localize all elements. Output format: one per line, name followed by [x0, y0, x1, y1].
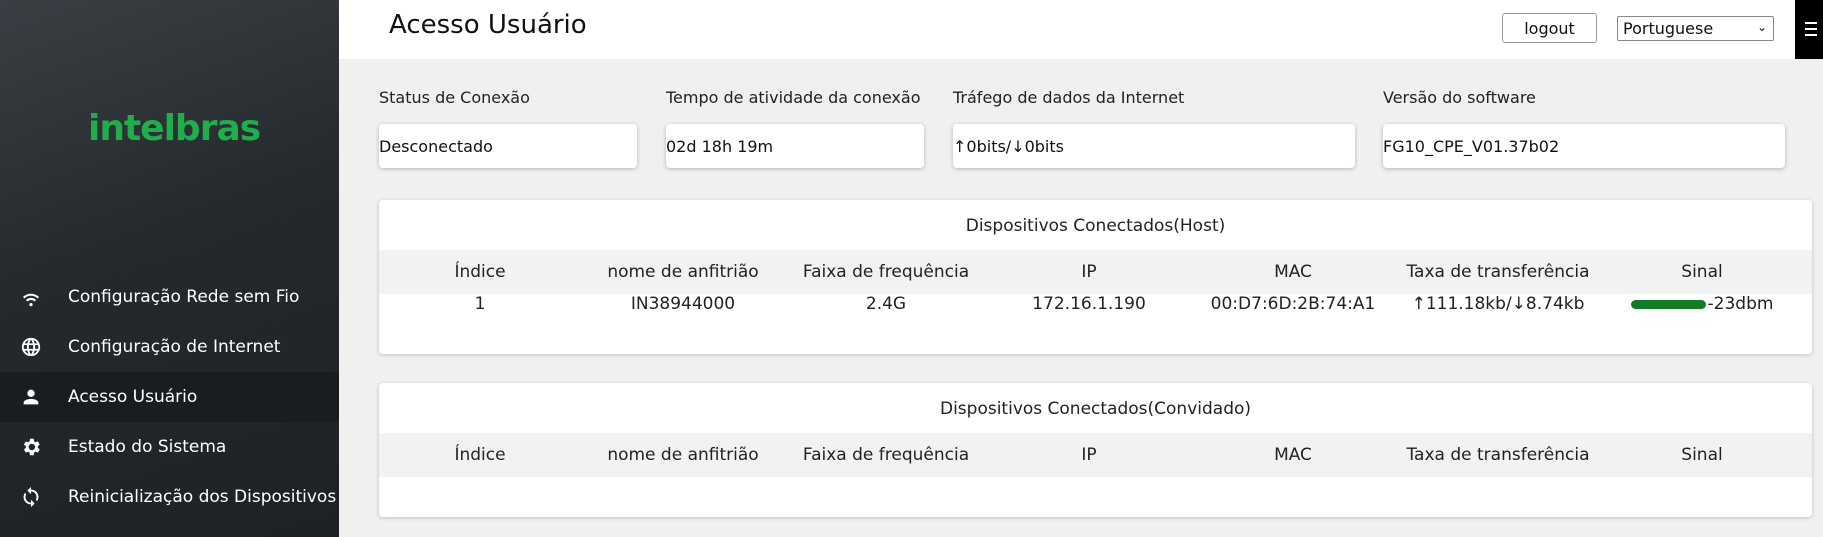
sidebar-item-user-access[interactable]: Acesso Usuário: [0, 372, 339, 422]
traffic-label: Tráfego de dados da Internet: [953, 88, 1185, 107]
chevron-down-icon: ⌄: [1756, 20, 1767, 34]
intelbras-logo: intelbras: [88, 108, 261, 149]
header: Acesso Usuário logout Portuguese ⌄: [339, 0, 1823, 59]
user-icon: [20, 386, 42, 408]
connection-status-label: Status de Conexão: [379, 88, 530, 107]
sidebar-item-reboot[interactable]: Reinicialização dos Dispositivos: [0, 472, 339, 522]
cell-signal: -23dbm: [1601, 294, 1803, 314]
sidebar-item-label: Reinicialização dos Dispositivos: [68, 487, 337, 507]
connection-status-field: Desconectado: [379, 124, 637, 168]
column-header: MAC: [1274, 262, 1312, 282]
language-value: Portuguese: [1623, 19, 1714, 38]
page-title: Acesso Usuário: [389, 10, 587, 40]
column-header: Taxa de transferência: [1406, 445, 1590, 465]
host-devices-panel: Dispositivos Conectados(Host) Índice nom…: [379, 200, 1812, 354]
menu-toggle-icon[interactable]: [1795, 0, 1823, 59]
column-header: nome de anfitrião: [607, 262, 759, 282]
sidebar-nav: Configuração Rede sem Fio Configuração d…: [0, 272, 339, 522]
sidebar-item-system-state[interactable]: Estado do Sistema: [0, 422, 339, 472]
column-header: Sinal: [1681, 262, 1723, 282]
column-header: Sinal: [1681, 445, 1723, 465]
logout-button[interactable]: logout: [1502, 13, 1597, 43]
column-header: Índice: [454, 262, 506, 282]
software-version-label: Versão do software: [1383, 88, 1536, 107]
column-header: Índice: [454, 445, 506, 465]
gear-icon: [20, 436, 42, 458]
uptime-field: 02d 18h 19m: [666, 124, 924, 168]
cell-ip: 172.16.1.190: [1032, 294, 1146, 314]
uptime-label: Tempo de atividade da conexão: [666, 88, 921, 107]
cell-mac: 00:D7:6D:2B:74:A1: [1210, 294, 1376, 314]
sidebar: intelbras Configuração Rede sem Fio Conf…: [0, 0, 339, 537]
globe-icon: [20, 336, 42, 358]
host-devices-title: Dispositivos Conectados(Host): [965, 216, 1226, 236]
column-header: IP: [1081, 445, 1097, 465]
sidebar-item-label: Configuração de Internet: [68, 337, 281, 357]
sidebar-item-label: Configuração Rede sem Fio: [68, 287, 300, 307]
wifi-icon: [20, 286, 42, 308]
table-header: Índice nome de anfitrião Faixa de frequê…: [379, 250, 1812, 294]
sidebar-item-internet[interactable]: Configuração de Internet: [0, 322, 339, 372]
cell-hostname: IN38944000: [630, 294, 736, 314]
language-select[interactable]: Portuguese ⌄: [1617, 16, 1774, 41]
cell-index: 1: [474, 294, 486, 314]
column-header: MAC: [1274, 445, 1312, 465]
software-version-field: FG10_CPE_V01.37b02: [1383, 124, 1785, 168]
guest-devices-title: Dispositivos Conectados(Convidado): [939, 399, 1252, 419]
column-header: nome de anfitrião: [607, 445, 759, 465]
sidebar-item-wireless[interactable]: Configuração Rede sem Fio: [0, 272, 339, 322]
sidebar-item-label: Acesso Usuário: [68, 387, 198, 407]
guest-devices-panel: Dispositivos Conectados(Convidado) Índic…: [379, 383, 1812, 517]
column-header: Faixa de frequência: [802, 445, 970, 465]
traffic-field: ↑0bits/↓0bits: [953, 124, 1355, 168]
refresh-icon: [20, 486, 42, 508]
signal-strength-bar: [1630, 299, 1706, 309]
cell-rate: ↑111.18kb/↓8.74kb: [1411, 294, 1585, 314]
sidebar-item-label: Estado do Sistema: [68, 437, 227, 457]
signal-value: -23dbm: [1707, 294, 1774, 314]
table-header: Índice nome de anfitrião Faixa de frequê…: [379, 433, 1812, 477]
column-header: Taxa de transferência: [1406, 262, 1590, 282]
column-header: Faixa de frequência: [802, 262, 970, 282]
column-header: IP: [1081, 262, 1097, 282]
cell-band: 2.4G: [865, 294, 907, 314]
